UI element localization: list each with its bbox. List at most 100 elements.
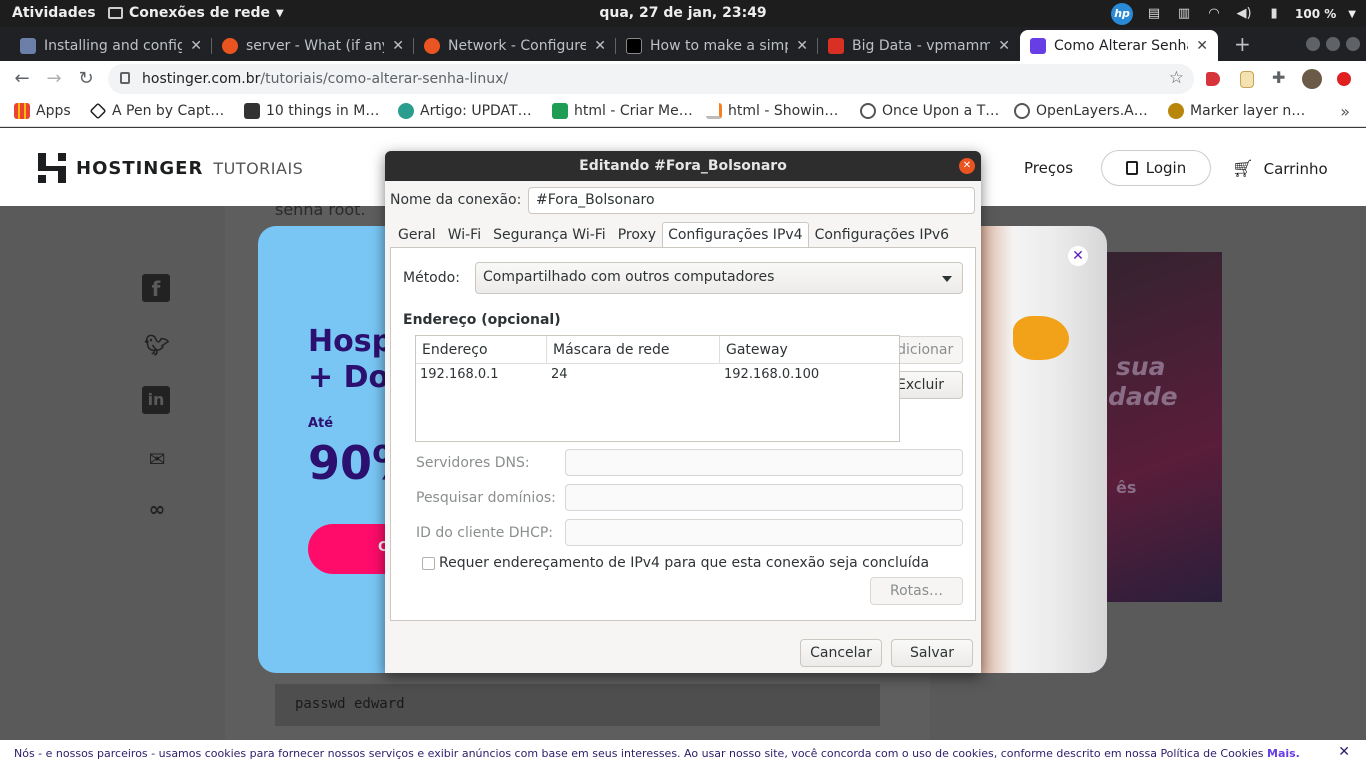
- browser-tab-active[interactable]: Como Alterar Senha ✕: [1020, 30, 1218, 61]
- chevron-down-icon: ▼: [276, 7, 284, 19]
- cookie-more-link[interactable]: Mais.: [1267, 747, 1300, 760]
- new-tab-icon[interactable]: +: [1234, 32, 1251, 56]
- nav-prices[interactable]: Preços: [1024, 159, 1073, 177]
- tab-title: Como Alterar Senha: [1054, 37, 1189, 54]
- network-connections-icon: [108, 7, 123, 19]
- close-icon[interactable]: ✕: [594, 38, 606, 54]
- lock-icon[interactable]: [120, 72, 130, 84]
- column-header-gateway[interactable]: Gateway: [720, 336, 899, 364]
- close-icon[interactable]: ✕: [959, 158, 975, 174]
- close-icon[interactable]: ✕: [1196, 38, 1208, 54]
- bookmark-item[interactable]: A Pen by Capt…: [89, 102, 224, 120]
- more-bookmarks-icon[interactable]: »: [1340, 102, 1350, 121]
- save-button[interactable]: Salvar: [891, 639, 973, 667]
- clipboard-icon[interactable]: ▤: [1145, 5, 1163, 23]
- url-text[interactable]: hostinger.com.br/tutoriais/como-alterar-…: [142, 71, 508, 87]
- tab-ipv4-settings[interactable]: Configurações IPv4: [662, 222, 809, 248]
- tab-general[interactable]: Geral: [392, 222, 442, 248]
- window-close-icon[interactable]: [1346, 37, 1360, 51]
- facebook-icon[interactable]: f: [142, 274, 170, 302]
- tab-title: Network - Configure: [448, 37, 587, 54]
- require-ipv4-checkbox[interactable]: [422, 557, 435, 570]
- netmask-cell[interactable]: 24: [551, 367, 568, 382]
- volume-icon[interactable]: ◀): [1235, 5, 1253, 23]
- battery-icon[interactable]: ▮: [1265, 5, 1283, 23]
- bookmark-item[interactable]: Artigo: UPDAT…: [398, 103, 532, 119]
- system-tray[interactable]: hp ▤ ▥ ◠ ◀) ▮ 100 % ▼: [1111, 3, 1356, 25]
- extensions-puzzle-icon[interactable]: ✚: [1272, 68, 1292, 88]
- dhcp-client-id-label: ID do cliente DHCP:: [416, 525, 554, 541]
- wifi-icon[interactable]: ◠: [1205, 5, 1223, 23]
- address-cell[interactable]: 192.168.0.1: [420, 367, 499, 382]
- site-logo[interactable]: HOSTINGER TUTORIAIS: [38, 153, 303, 183]
- app-menu-label: Conexões de rede: [129, 5, 271, 21]
- bookmark-item[interactable]: OpenLayers.A…: [1014, 103, 1148, 119]
- tab-favicon-icon: [1030, 37, 1046, 54]
- tab-proxy[interactable]: Proxy: [612, 222, 662, 248]
- twitter-icon[interactable]: 🐦︎: [142, 330, 172, 360]
- login-button[interactable]: Login: [1101, 150, 1211, 186]
- tab-wifi[interactable]: Wi-Fi: [442, 222, 487, 248]
- croissant-image: [1013, 316, 1069, 360]
- clipboard-alt-icon[interactable]: ▥: [1175, 5, 1193, 23]
- tab-wifi-security[interactable]: Segurança Wi-Fi: [487, 222, 612, 248]
- browser-tab[interactable]: server - What (if anyt ✕: [212, 30, 414, 61]
- browser-tab[interactable]: How to make a simp ✕: [616, 30, 818, 61]
- back-icon[interactable]: ←: [10, 67, 34, 91]
- update-icon[interactable]: [1337, 72, 1351, 86]
- require-ipv4-label[interactable]: Requer endereçamento de IPv4 para que es…: [439, 555, 929, 571]
- tab-title: Big Data - vpmamma: [852, 37, 991, 54]
- extension-megaphone-icon[interactable]: [1206, 72, 1220, 86]
- notebook-tabs: Geral Wi-Fi Segurança Wi-Fi Proxy Config…: [392, 222, 955, 248]
- close-icon[interactable]: ✕: [796, 38, 808, 54]
- link-icon[interactable]: ∞: [142, 494, 172, 524]
- dhcp-client-id-field[interactable]: [565, 519, 963, 546]
- browser-tab[interactable]: Installing and config ✕: [10, 30, 212, 61]
- linkedin-icon[interactable]: in: [142, 386, 170, 414]
- browser-tab[interactable]: Big Data - vpmamma ✕: [818, 30, 1020, 61]
- hp-icon[interactable]: hp: [1111, 3, 1134, 25]
- bookmark-star-icon[interactable]: ☆: [1169, 68, 1184, 88]
- routes-button[interactable]: Rotas…: [870, 577, 963, 605]
- method-value: Compartilhado com outros computadores: [483, 269, 775, 285]
- close-icon[interactable]: ✕: [392, 38, 404, 54]
- globe-icon: [860, 103, 876, 119]
- close-icon[interactable]: ✕: [190, 38, 202, 54]
- tab-ipv6-settings[interactable]: Configurações IPv6: [809, 222, 956, 248]
- extension-note-icon[interactable]: [1240, 71, 1254, 88]
- reload-icon[interactable]: ↻: [74, 67, 98, 91]
- gateway-cell[interactable]: 192.168.0.100: [724, 367, 819, 382]
- bookmark-item[interactable]: 10 things in M…: [244, 103, 379, 119]
- address-bar[interactable]: hostinger.com.br/tutoriais/como-alterar-…: [108, 64, 1194, 94]
- bookmark-item[interactable]: Once Upon a T…: [860, 103, 999, 119]
- column-header-netmask[interactable]: Máscara de rede: [547, 336, 720, 364]
- bookmarks-bar: Apps A Pen by Capt… 10 things in M… Arti…: [0, 97, 1366, 127]
- activities-button[interactable]: Atividades: [12, 5, 96, 21]
- side-ad-image[interactable]: sua dade ês: [1090, 252, 1222, 602]
- power-menu-icon[interactable]: ▼: [1348, 9, 1356, 20]
- profile-avatar[interactable]: [1302, 69, 1322, 89]
- app-menu[interactable]: Conexões de rede ▼: [108, 5, 284, 21]
- bookmark-item[interactable]: Marker layer n…: [1168, 103, 1305, 119]
- close-icon[interactable]: ✕: [1338, 744, 1350, 760]
- maximize-icon[interactable]: [1326, 37, 1340, 51]
- connection-name-field[interactable]: #Fora_Bolsonaro: [528, 187, 975, 214]
- cancel-button[interactable]: Cancelar: [800, 639, 882, 667]
- lock-icon: [1125, 161, 1138, 175]
- bookmark-item[interactable]: html - Showin…: [706, 103, 838, 119]
- cart-link[interactable]: 🛒︎ Carrinho: [1232, 159, 1328, 179]
- bookmark-item[interactable]: html - Criar Me…: [552, 103, 693, 119]
- close-icon[interactable]: ✕: [998, 38, 1010, 54]
- bookmark-apps[interactable]: Apps: [14, 103, 71, 119]
- close-icon[interactable]: ✕: [1068, 246, 1088, 266]
- globe-icon: [1014, 103, 1030, 119]
- minimize-icon[interactable]: [1306, 37, 1320, 51]
- column-header-address[interactable]: Endereço: [416, 336, 547, 364]
- search-domains-field[interactable]: [565, 484, 963, 511]
- dns-field[interactable]: [565, 449, 963, 476]
- email-icon[interactable]: ✉: [142, 444, 172, 474]
- code-block: passwd edward: [275, 684, 880, 726]
- forward-icon[interactable]: →: [42, 67, 66, 91]
- browser-tab[interactable]: Network - Configure ✕: [414, 30, 616, 61]
- method-dropdown[interactable]: Compartilhado com outros computadores: [475, 262, 963, 294]
